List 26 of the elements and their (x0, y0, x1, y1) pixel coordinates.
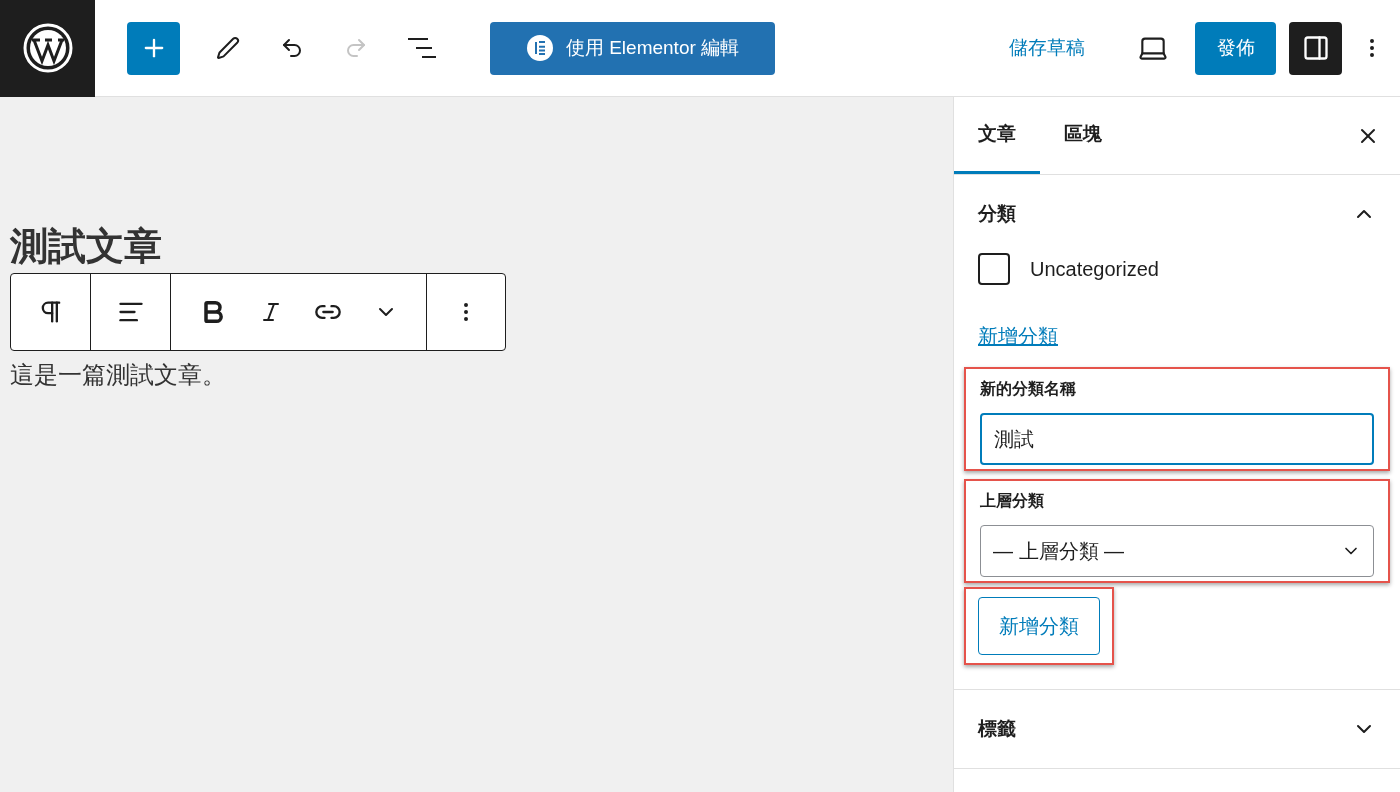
logo-tile[interactable] (0, 0, 95, 97)
undo-icon[interactable] (280, 36, 304, 60)
pen-icon[interactable] (216, 36, 240, 60)
field-label: 上層分類 (980, 491, 1045, 511)
list-view-icon[interactable] (406, 37, 438, 59)
add-category-button[interactable]: 新增分類 (978, 597, 1100, 655)
elementor-edit-button[interactable]: 使用 Elementor 編輯 (490, 21, 775, 75)
parent-category-select[interactable]: — 上層分類 — (980, 525, 1374, 577)
wordpress-logo-icon (22, 23, 73, 73)
field-label: 新的分類名稱 (980, 379, 1077, 399)
sidebar-tab[interactable]: 區塊 (1040, 97, 1126, 174)
category-label: Uncategorized (1030, 257, 1159, 282)
sidebar-tab[interactable]: 文章 (954, 97, 1040, 174)
settings-button[interactable] (1289, 21, 1342, 75)
post-title[interactable]: 測試文章 (10, 223, 162, 269)
panel-title: 標籤 (978, 716, 1016, 741)
elementor-icon (525, 34, 554, 62)
add-block-button[interactable] (127, 21, 180, 75)
checkbox[interactable] (978, 253, 1010, 285)
sidebar-panel-icon (1301, 34, 1330, 62)
add-category-link[interactable]: 新增分類 (978, 321, 1058, 351)
category-name-input[interactable]: 測試 (980, 413, 1374, 465)
panel-title: 分類 (978, 201, 1016, 226)
save-draft-link[interactable]: 儲存草稿 (1009, 33, 1085, 63)
paragraph-block[interactable]: 這是一篇測試文章。 (10, 357, 226, 393)
publish-button[interactable]: 發佈 (1195, 21, 1276, 75)
